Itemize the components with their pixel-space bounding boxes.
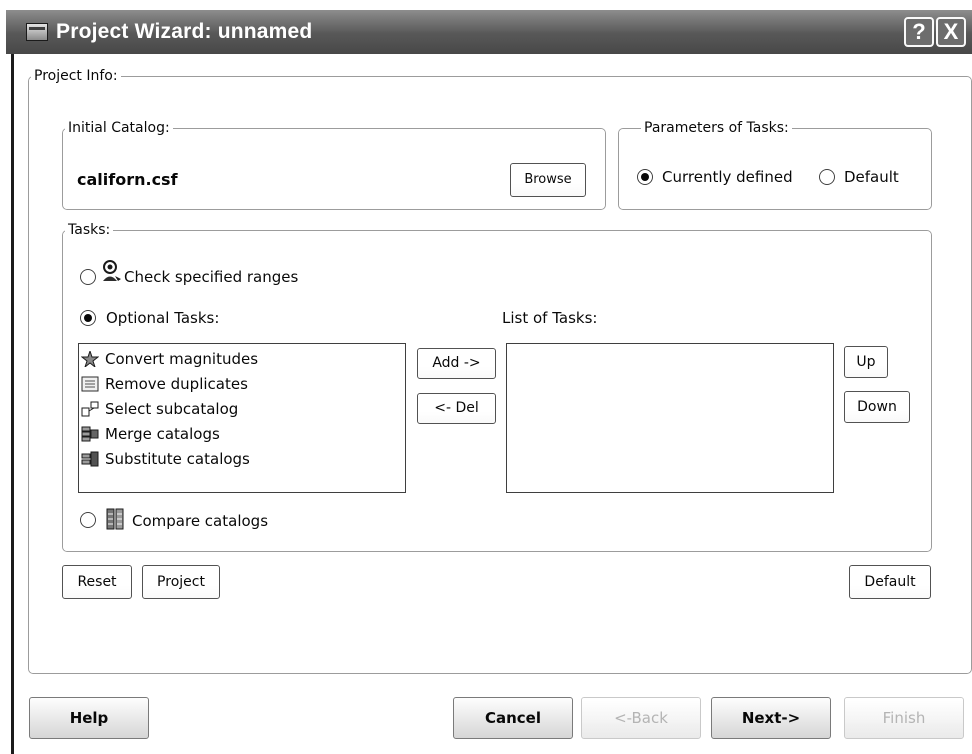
back-button[interactable]: <-Back: [581, 697, 701, 739]
project-wizard-window: Project Wizard: unnamed ? X Project Info…: [0, 0, 972, 754]
cancel-button[interactable]: Cancel: [453, 697, 573, 739]
currently-defined-radio[interactable]: [637, 169, 653, 185]
task-label-merge: Merge catalogs: [105, 425, 220, 443]
default-params-radio[interactable]: [819, 169, 835, 185]
list-item[interactable]: Merge catalogs: [79, 422, 405, 447]
title-bar[interactable]: Project Wizard: unnamed ? X: [6, 10, 972, 54]
add-task-button[interactable]: Add ->: [417, 348, 496, 379]
list-of-tasks-label: List of Tasks:: [502, 309, 598, 327]
merge-stack-icon: [81, 426, 99, 442]
check-ranges-radio[interactable]: [80, 269, 96, 285]
optional-tasks-radio[interactable]: [80, 310, 96, 326]
task-label-substitute: Substitute catalogs: [105, 450, 250, 468]
task-label-remove: Remove duplicates: [105, 375, 248, 393]
currently-defined-label[interactable]: Currently defined: [662, 168, 793, 186]
reset-button[interactable]: Reset: [62, 565, 132, 599]
list-item[interactable]: Select subcatalog: [79, 397, 405, 422]
available-tasks-list[interactable]: Convert magnitudes Remove duplicates Sel…: [78, 343, 406, 493]
project-button[interactable]: Project: [142, 565, 220, 599]
help-button[interactable]: Help: [29, 697, 149, 739]
task-label-convert: Convert magnitudes: [105, 350, 259, 368]
star-gear-icon: [81, 351, 99, 367]
project-info-legend: Project Info:: [34, 68, 118, 84]
finish-button[interactable]: Finish: [844, 697, 964, 739]
selected-tasks-list[interactable]: [506, 343, 834, 493]
substitute-stack-icon: [81, 451, 99, 467]
parameters-group: Parameters of Tasks:: [618, 120, 932, 210]
tasks-legend: Tasks:: [68, 222, 111, 238]
select-tree-icon: [81, 401, 99, 417]
default-button[interactable]: Default: [849, 565, 931, 599]
compare-catalogs-icon: [106, 508, 124, 530]
close-button[interactable]: X: [936, 17, 966, 47]
list-item[interactable]: Substitute catalogs: [79, 447, 405, 472]
check-ranges-label[interactable]: Check specified ranges: [124, 268, 298, 286]
app-icon: [26, 23, 48, 41]
next-button[interactable]: Next->: [711, 697, 831, 739]
compare-catalogs-radio[interactable]: [80, 512, 96, 528]
catalog-filename: californ.csf: [77, 170, 178, 189]
optional-tasks-label[interactable]: Optional Tasks:: [106, 309, 219, 327]
window-title: Project Wizard: unnamed: [56, 20, 313, 43]
list-item[interactable]: Remove duplicates: [79, 372, 405, 397]
move-down-button[interactable]: Down: [844, 391, 910, 423]
magnifier-person-icon: [103, 260, 121, 281]
initial-catalog-legend: Initial Catalog:: [68, 120, 170, 136]
default-params-label[interactable]: Default: [844, 168, 899, 186]
compare-catalogs-label[interactable]: Compare catalogs: [132, 512, 268, 530]
parameters-legend: Parameters of Tasks:: [644, 120, 789, 136]
help-title-button[interactable]: ?: [904, 17, 934, 47]
list-item[interactable]: Convert magnitudes: [79, 347, 405, 372]
duplicate-list-icon: [81, 376, 99, 392]
move-up-button[interactable]: Up: [844, 346, 888, 378]
task-label-select: Select subcatalog: [105, 400, 239, 418]
browse-button[interactable]: Browse: [510, 163, 586, 197]
delete-task-button[interactable]: <- Del: [417, 393, 496, 424]
